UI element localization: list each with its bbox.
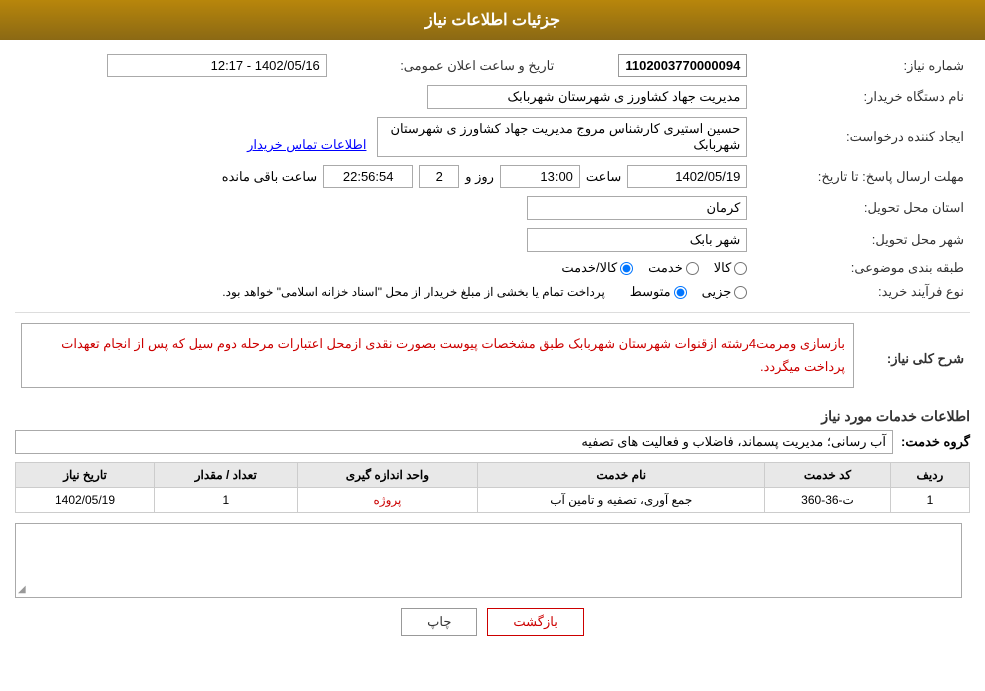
city-value: شهر بابک	[15, 224, 753, 256]
creator-value: حسین استیری کارشناس مروج مدیریت جهاد کشا…	[15, 113, 753, 161]
province-box: کرمان	[527, 196, 747, 220]
city-label: شهر محل تحویل:	[753, 224, 970, 256]
purchase-type-label: نوع فرآیند خرید:	[753, 280, 970, 304]
description-text: بازسازی ومرمت4رشته ازقنوات شهرستان شهربا…	[61, 336, 845, 374]
purchase-option-minor[interactable]: جزیی	[702, 284, 748, 300]
print-button[interactable]: چاپ	[401, 608, 477, 636]
cell-service-code: ت-36-360	[765, 487, 891, 512]
category-radio-goods[interactable]	[734, 262, 747, 275]
col-quantity: تعداد / مقدار	[155, 462, 298, 487]
need-number-value: 1102003770000094	[560, 50, 753, 81]
need-number-box: 1102003770000094	[618, 54, 747, 77]
col-unit: واحد اندازه گیری	[297, 462, 478, 487]
category-radio-both[interactable]	[620, 262, 633, 275]
buttons-row: بازگشت چاپ	[15, 608, 970, 636]
announce-date-label: تاریخ و ساعت اعلان عمومی:	[333, 50, 560, 81]
table-area: ردیف کد خدمت نام خدمت واحد اندازه گیری ت…	[15, 462, 970, 513]
row-purchase-type: نوع فرآیند خرید: جزیی متوسط پرداخت تمام …	[15, 280, 970, 304]
category-value: کالا خدمت کالا/خدمت	[15, 256, 753, 280]
cell-unit: پروژه	[297, 487, 478, 512]
purchase-option-medium[interactable]: متوسط	[630, 284, 687, 300]
buyer-desc-section: ◢	[15, 523, 970, 598]
col-row-num: ردیف	[890, 462, 969, 487]
announce-date-value: 1402/05/16 - 12:17	[15, 50, 333, 81]
send-time-box: 13:00	[500, 165, 580, 188]
buyer-org-value: مدیریت جهاد کشاورز ی شهرستان شهربابک	[15, 81, 753, 113]
category-option-service[interactable]: خدمت	[648, 260, 699, 276]
creator-label: ایجاد کننده درخواست:	[753, 113, 970, 161]
send-deadline-row: 1402/05/19 ساعت 13:00 روز و 2 22:56:54 س…	[21, 165, 747, 188]
row-need-number: شماره نیاز: 1102003770000094 تاریخ و ساع…	[15, 50, 970, 81]
table-row: 1 ت-36-360 جمع آوری، تصفیه و تامین آب پر…	[16, 487, 970, 512]
table-body: 1 ت-36-360 جمع آوری، تصفیه و تامین آب پر…	[16, 487, 970, 512]
city-box: شهر بابک	[527, 228, 747, 252]
row-city: شهر محل تحویل: شهر بابک	[15, 224, 970, 256]
announce-date-box: 1402/05/16 - 12:17	[107, 54, 327, 77]
divider1	[15, 312, 970, 313]
description-label: شرح کلی نیاز:	[860, 319, 970, 400]
service-group-row: گروه خدمت: آب رسانی؛ مدیریت پسماند، فاضل…	[15, 430, 970, 454]
description-box: بازسازی ومرمت4رشته ازقنوات شهرستان شهربا…	[21, 323, 854, 388]
cell-quantity: 1	[155, 487, 298, 512]
buyer-desc-area: ◢	[15, 523, 962, 598]
purchase-note: پرداخت تمام یا بخشی از مبلغ خریدار از مح…	[222, 285, 605, 299]
purchase-radio-minor[interactable]	[734, 286, 747, 299]
category-radio-group: کالا خدمت کالا/خدمت	[21, 260, 747, 276]
main-info-table: شماره نیاز: 1102003770000094 تاریخ و ساع…	[15, 50, 970, 304]
send-days-label: روز و	[465, 169, 494, 185]
cell-service-name: جمع آوری، تصفیه و تامین آب	[478, 487, 765, 512]
purchase-label-medium: متوسط	[630, 284, 671, 300]
row-description: شرح کلی نیاز: بازسازی ومرمت4رشته ازقنوات…	[15, 319, 970, 400]
contact-link[interactable]: اطلاعات تماس خریدار	[247, 137, 366, 152]
purchase-label-minor: جزیی	[702, 284, 732, 300]
category-radio-service[interactable]	[686, 262, 699, 275]
cell-row-num: 1	[890, 487, 969, 512]
purchase-type-value: جزیی متوسط پرداخت تمام یا بخشی از مبلغ خ…	[15, 280, 753, 304]
send-days-box: 2	[419, 165, 459, 188]
table-header: ردیف کد خدمت نام خدمت واحد اندازه گیری ت…	[16, 462, 970, 487]
page-wrapper: جزئیات اطلاعات نیاز شماره نیاز: 11020037…	[0, 0, 985, 691]
need-number-label: شماره نیاز:	[753, 50, 970, 81]
buyer-org-box: مدیریت جهاد کشاورز ی شهرستان شهربابک	[427, 85, 747, 109]
category-label-goods: کالا	[714, 260, 732, 276]
row-category: طبقه بندی موضوعی: کالا خدمت	[15, 256, 970, 280]
send-time-label: ساعت	[586, 169, 621, 185]
province-value: کرمان	[15, 192, 753, 224]
row-buyer-org: نام دستگاه خریدار: مدیریت جهاد کشاورز ی …	[15, 81, 970, 113]
services-table: ردیف کد خدمت نام خدمت واحد اندازه گیری ت…	[15, 462, 970, 513]
page-title: جزئیات اطلاعات نیاز	[425, 12, 560, 29]
send-remaining-box: 22:56:54	[323, 165, 413, 188]
page-header: جزئیات اطلاعات نیاز	[0, 0, 985, 40]
category-option-goods[interactable]: کالا	[714, 260, 748, 276]
category-label-service: خدمت	[648, 260, 683, 276]
desc-table: شرح کلی نیاز: بازسازی ومرمت4رشته ازقنوات…	[15, 319, 970, 400]
creator-box: حسین استیری کارشناس مروج مدیریت جهاد کشا…	[377, 117, 747, 157]
category-option-both[interactable]: کالا/خدمت	[561, 260, 633, 276]
row-send-deadline: مهلت ارسال پاسخ: تا تاریخ: 1402/05/19 سا…	[15, 161, 970, 192]
table-header-row: ردیف کد خدمت نام خدمت واحد اندازه گیری ت…	[16, 462, 970, 487]
resize-icon: ◢	[18, 584, 26, 595]
send-remaining-label: ساعت باقی مانده	[222, 169, 317, 185]
row-province: استان محل تحویل: کرمان	[15, 192, 970, 224]
col-date: تاریخ نیاز	[16, 462, 155, 487]
page-content: شماره نیاز: 1102003770000094 تاریخ و ساع…	[0, 40, 985, 646]
cell-date: 1402/05/19	[16, 487, 155, 512]
description-value: بازسازی ومرمت4رشته ازقنوات شهرستان شهربا…	[15, 319, 860, 400]
service-group-label: گروه خدمت:	[901, 434, 970, 450]
send-date-box: 1402/05/19	[627, 165, 747, 188]
category-label-both: کالا/خدمت	[561, 260, 617, 276]
category-label: طبقه بندی موضوعی:	[753, 256, 970, 280]
back-button[interactable]: بازگشت	[487, 608, 583, 636]
row-creator: ایجاد کننده درخواست: حسین استیری کارشناس…	[15, 113, 970, 161]
purchase-radio-medium[interactable]	[674, 286, 687, 299]
province-label: استان محل تحویل:	[753, 192, 970, 224]
buyer-org-label: نام دستگاه خریدار:	[753, 81, 970, 113]
send-deadline-label: مهلت ارسال پاسخ: تا تاریخ:	[753, 161, 970, 192]
col-service-name: نام خدمت	[478, 462, 765, 487]
purchase-radio-group: جزیی متوسط پرداخت تمام یا بخشی از مبلغ خ…	[21, 284, 747, 300]
services-section-title: اطلاعات خدمات مورد نیاز	[15, 408, 970, 425]
service-group-value: آب رسانی؛ مدیریت پسماند، فاضلاب و فعالیت…	[15, 430, 893, 454]
col-service-code: کد خدمت	[765, 462, 891, 487]
send-deadline-value: 1402/05/19 ساعت 13:00 روز و 2 22:56:54 س…	[15, 161, 753, 192]
